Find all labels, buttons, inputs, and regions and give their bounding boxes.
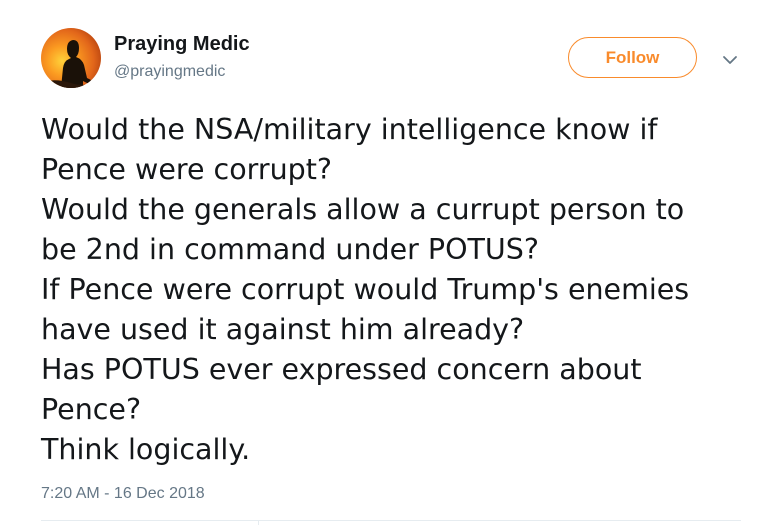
tweet-text-line: Think logically. <box>41 433 251 466</box>
tweet-timestamp[interactable]: 7:20 AM - 16 Dec 2018 <box>41 485 205 503</box>
follow-button[interactable]: Follow <box>568 37 697 78</box>
tweet-text-line: Would the NSA/military intelligence know… <box>41 113 658 146</box>
tweet-text-line: Has POTUS ever expressed concern about <box>41 353 642 386</box>
divider <box>41 520 741 521</box>
divider-tick <box>258 520 259 525</box>
chevron-down-icon <box>723 56 737 64</box>
tweet-text-line: If Pence were corrupt would Trump's enem… <box>41 273 690 306</box>
tweet-card: Praying Medic @prayingmedic Follow Would… <box>0 0 781 525</box>
silhouette-sunset-avatar <box>41 28 101 88</box>
follow-button-label: Follow <box>605 47 660 67</box>
author-display-name[interactable]: Praying Medic <box>114 33 250 56</box>
tweet-text-line: Pence were corrupt? <box>41 153 333 186</box>
author-handle[interactable]: @prayingmedic <box>114 63 225 81</box>
tweet-text-line: have used it against him already? <box>41 313 525 346</box>
tweet-text-line: be 2nd in command under POTUS? <box>41 233 540 266</box>
tweet-text-line: Would the generals allow a currupt perso… <box>41 193 685 226</box>
tweet-text: Would the NSA/military intelligence know… <box>41 110 761 470</box>
tweet-text-line: Pence? <box>41 393 142 426</box>
tweet-menu-button[interactable] <box>720 50 740 70</box>
avatar[interactable] <box>41 28 101 88</box>
